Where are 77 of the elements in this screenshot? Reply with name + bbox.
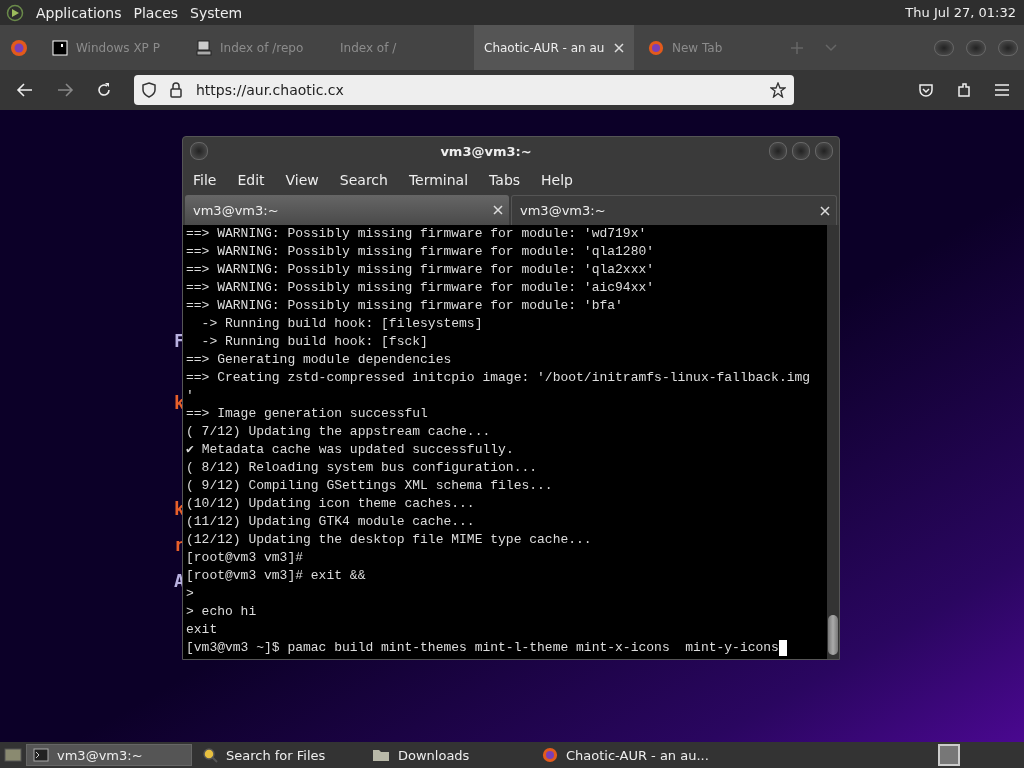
terminal-line: ( 9/12) Compiling GSettings XML schema files... (186, 477, 553, 495)
panel-menu[interactable]: Applications (36, 4, 122, 21)
taskbar-item[interactable]: vm3@vm3:~ (26, 744, 192, 766)
menu-item[interactable]: Tabs (489, 172, 521, 188)
terminal-line: ( 7/12) Updating the appstream cache... (186, 423, 491, 441)
taskbar-item[interactable]: Search for Files (196, 744, 362, 766)
folder-icon (372, 748, 390, 762)
terminal-line: -> Running build hook: [fsck] (200, 333, 428, 351)
close-icon[interactable] (614, 42, 624, 53)
address-bar[interactable]: https://aur.chaotic.cx (134, 75, 794, 105)
maximize-button[interactable] (792, 142, 810, 160)
terminal-tab[interactable]: vm3@vm3:~ (185, 195, 509, 225)
terminal-line: ==> WARNING: Possibly missing firmware for module: 'qla2xxx' (186, 261, 655, 279)
shield-icon (142, 82, 156, 98)
back-icon[interactable] (16, 82, 34, 98)
lock-icon (170, 82, 182, 98)
terminal-line: ==> WARNING: Possibly missing firmware for module: 'qla1280' (186, 243, 655, 261)
terminal-line: ==> Creating zstd-compressed initcpio image: '/boot/initramfs-linux-fallback.img (186, 369, 811, 387)
panel-menu[interactable]: System (190, 4, 243, 21)
firefox-icon (648, 39, 664, 56)
terminal-line: [root@vm3 vm3]# (186, 549, 304, 567)
terminal-line: ( 8/12) Reloading system bus configuration... (186, 459, 538, 477)
terminal-line: (11/12) Updating GTK4 module cache... (186, 513, 475, 531)
workspace-switcher[interactable] (938, 744, 960, 766)
terminal-line: > (186, 585, 194, 603)
close-icon[interactable] (820, 205, 830, 216)
terminal-line: ==> WARNING: Possibly missing firmware for module: 'wd719x' (186, 225, 647, 243)
terminal-icon (33, 748, 49, 762)
terminal-line: ==> WARNING: Possibly missing firmware for module: 'bfa' (186, 297, 623, 315)
scrollbar[interactable] (827, 225, 839, 659)
pocket-icon[interactable] (918, 82, 934, 98)
taskbar-item[interactable]: Chaotic-AUR - an au... (536, 744, 715, 766)
close-button[interactable] (815, 142, 833, 160)
terminal-line: ✔ Metadata cache was updated successfully. (186, 441, 514, 459)
firefox-icon[interactable] (10, 38, 28, 57)
terminal-line: > echo hi (186, 603, 257, 621)
taskbar-item[interactable]: Downloads (366, 744, 532, 766)
menu-item[interactable]: Help (541, 172, 573, 188)
menu-icon[interactable] (994, 83, 1010, 97)
terminal-line: [vm3@vm3 ~]$ pamac build mint-themes mint-l-theme mint-x-icons mint-y-icons (186, 639, 779, 657)
browser-tab[interactable]: Chaotic-AUR - an au (474, 25, 634, 70)
close-button[interactable] (998, 39, 1018, 56)
maximize-button[interactable] (966, 39, 986, 56)
minimize-button[interactable] (934, 39, 954, 56)
menu-item[interactable]: Edit (237, 172, 265, 188)
terminal-line: -> Running build hook: [filesystems] (200, 315, 483, 333)
desktop-icon[interactable] (4, 747, 22, 763)
computer-icon (196, 39, 212, 56)
star-icon[interactable] (770, 82, 786, 98)
menu-item[interactable]: View (285, 172, 319, 188)
reload-icon[interactable] (96, 82, 112, 98)
terminal-line: [root@vm3 vm3]# exit && (186, 567, 366, 585)
terminal-line: (10/12) Updating icon theme caches... (186, 495, 475, 513)
panel-menu[interactable]: Places (133, 4, 179, 21)
terminal-line: (12/12) Updating the desktop file MIME type cache... (186, 531, 592, 549)
menu-item[interactable]: Terminal (408, 172, 469, 188)
extensions-icon[interactable] (956, 82, 972, 98)
window-title: vm3@vm3:~ (439, 143, 533, 159)
forward-icon[interactable] (56, 82, 74, 98)
minimize-button[interactable] (769, 142, 787, 160)
close-icon[interactable] (493, 205, 503, 215)
url-text: https://aur.chaotic.cx (196, 82, 344, 98)
window-menu-button[interactable] (190, 142, 208, 160)
menu-item[interactable]: File (193, 172, 217, 188)
logo-icon[interactable] (6, 3, 24, 22)
square-icon (52, 39, 68, 56)
terminal-line: ' (186, 387, 194, 405)
terminal-line: ==> Image generation successful (186, 405, 428, 423)
terminal-line: ==> Generating module dependencies (186, 351, 452, 369)
terminal-line: ==> WARNING: Possibly missing firmware for module: 'aic94xx' (186, 279, 655, 297)
clock[interactable]: Thu Jul 27, 01:32 (905, 5, 1018, 20)
terminal-line: exit (186, 621, 218, 639)
menu-item[interactable]: Search (339, 172, 388, 188)
text-cursor (778, 640, 787, 656)
magnifier-icon (202, 747, 218, 763)
firefox-icon (542, 747, 558, 763)
terminal-tab[interactable]: vm3@vm3:~ (511, 195, 837, 225)
